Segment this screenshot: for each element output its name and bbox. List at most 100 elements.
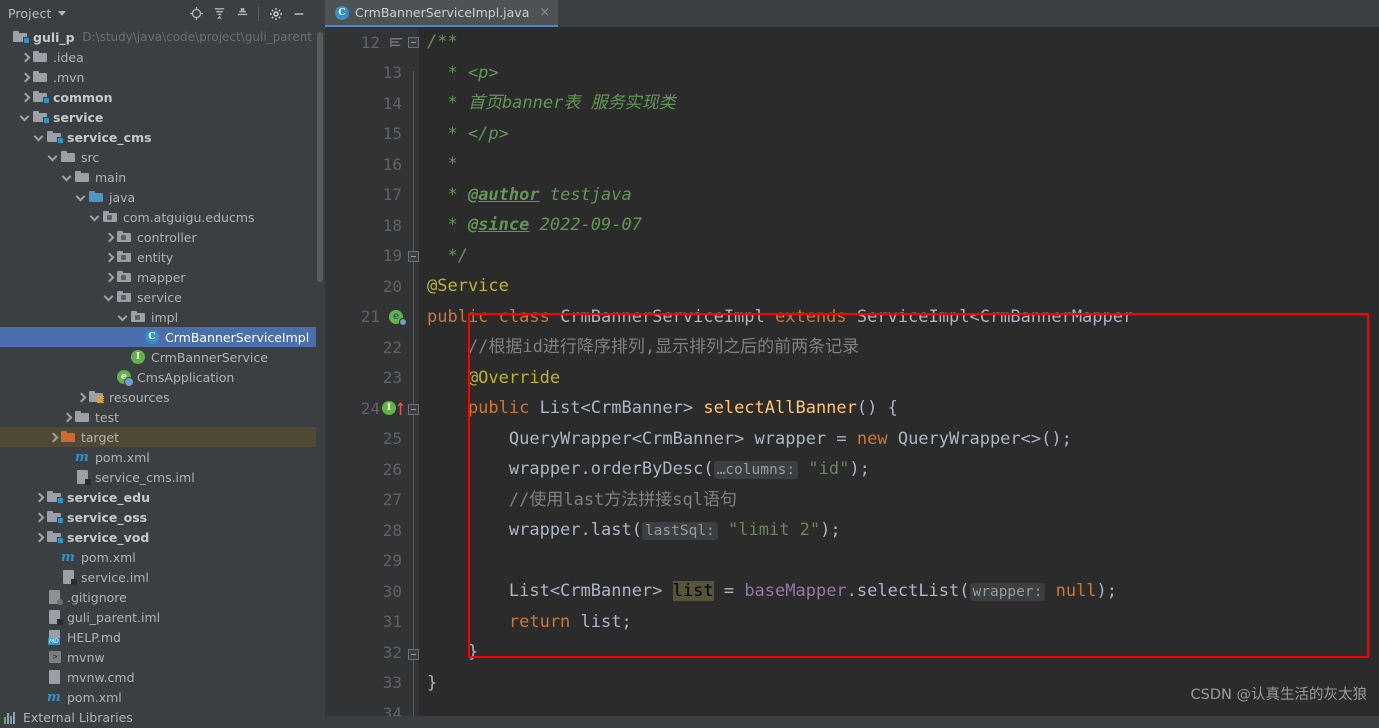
gutter-line-15[interactable]: 15 [325,119,409,150]
tree-toggle-right-icon[interactable] [104,252,115,263]
gutter-line-30[interactable]: 30 [325,576,409,607]
gutter-line-23[interactable]: 23 [325,363,409,394]
tree-item-com-atguigu-educms[interactable]: com.atguigu.educms [0,207,316,227]
gutter-line-16[interactable]: 16 [325,149,409,180]
code-line-26[interactable]: wrapper.orderByDesc(…columns: "id"); [427,454,1379,485]
tree-item-help-md[interactable]: MD HELP.md [0,627,316,647]
gutter-line-24[interactable]: 24 I [325,393,409,424]
gutter-line-29[interactable]: 29 [325,546,409,577]
tree-toggle-right-icon[interactable] [20,52,31,63]
tree-item-service-iml[interactable]: service.iml [0,567,316,587]
tree-toggle-right-icon[interactable] [20,72,31,83]
tree-item-service-cms[interactable]: service_cms [0,127,316,147]
tree-item-controller[interactable]: controller [0,227,316,247]
tree-item--idea[interactable]: .idea [0,47,316,67]
gutter-line-17[interactable]: 17 [325,180,409,211]
gutter-line-31[interactable]: 31 [325,607,409,638]
tree-item-target[interactable]: target [0,427,316,447]
tree-item-mvnw[interactable]: > mvnw [0,647,316,667]
tree-item-service-edu[interactable]: service_edu [0,487,316,507]
minimize-icon[interactable] [288,3,310,25]
close-icon[interactable]: × [539,5,550,20]
code-line-21[interactable]: public class CrmBannerServiceImpl extend… [427,302,1379,333]
code-text[interactable]: /** * <p> * 首页banner表 服务实现类 * </p> * * @… [419,27,1379,728]
project-tree[interactable]: guli_parent D:\study\java\code\project\g… [0,27,316,728]
tree-item-common[interactable]: common [0,87,316,107]
tree-toggle-down-icon[interactable] [90,212,101,223]
gutter-line-32[interactable]: 32 [325,637,409,668]
tree-item-test[interactable]: test [0,407,316,427]
chevron-down-icon[interactable] [58,11,67,16]
tree-toggle-right-icon[interactable] [62,412,73,423]
tree-item-crmbannerservice[interactable]: I CrmBannerService [0,347,316,367]
code-line-25[interactable]: QueryWrapper<CrmBanner> wrapper = new Qu… [427,424,1379,455]
tree-item-cmsapplication[interactable]: e CmsApplication [0,367,316,387]
code-line-18[interactable]: * @since 2022-09-07 [427,210,1379,241]
tree-item-mvnw-cmd[interactable]: mvnw.cmd [0,667,316,687]
gutter-line-27[interactable]: 27 [325,485,409,516]
gutter-line-18[interactable]: 18 [325,210,409,241]
gutter-line-22[interactable]: 22 [325,332,409,363]
code-line-12[interactable]: /** [427,27,1379,58]
fold-marker-javadoc-end[interactable] [408,251,419,262]
tree-toggle-down-icon[interactable] [48,152,59,163]
tree-item-impl[interactable]: impl [0,307,316,327]
tree-toggle-right-icon[interactable] [104,272,115,283]
code-line-31[interactable]: return list; [427,607,1379,638]
code-folding-column[interactable] [408,27,419,728]
tree-toggle-right-icon[interactable] [34,532,45,543]
tree-item-service[interactable]: service [0,107,316,127]
tree-item-resources[interactable]: resources [0,387,316,407]
tab-crmbannerserviceimpl[interactable]: C CrmBannerServiceImpl.java × [325,0,559,27]
code-line-23[interactable]: @Override [427,363,1379,394]
code-line-16[interactable]: * [427,149,1379,180]
tree-toggle-down-icon[interactable] [34,132,45,143]
gutter-line-33[interactable]: 33 [325,668,409,699]
tree-item-service-vod[interactable]: service_vod [0,527,316,547]
external-libraries-node[interactable]: External Libraries [0,707,316,727]
gutter-line-20[interactable]: 20 [325,271,409,302]
code-line-28[interactable]: wrapper.last(lastSql: "limit 2"); [427,515,1379,546]
tree-item--gitignore[interactable]: .gitignore [0,587,316,607]
tree-toggle-down-icon[interactable] [20,112,31,123]
gutter-line-12[interactable]: 12 [325,27,409,58]
tree-item-pom-xml[interactable]: m pom.xml [0,447,316,467]
line-number-gutter[interactable]: 12 13 14 15 16 17 18 19 20 21 e 22 23 24 I 25 26 27 28 29 30… [325,27,409,728]
tree-item-pom-xml[interactable]: m pom.xml [0,547,316,567]
expand-all-icon[interactable] [208,3,230,25]
tree-item-guli-parent-iml[interactable]: guli_parent.iml [0,607,316,627]
collapse-all-icon[interactable] [231,3,253,25]
gutter-line-13[interactable]: 13 [325,58,409,89]
gutter-line-28[interactable]: 28 [325,515,409,546]
settings-gear-icon[interactable] [265,3,287,25]
code-line-17[interactable]: * @author testjava [427,180,1379,211]
gutter-line-25[interactable]: 25 [325,424,409,455]
editor-scrollbar[interactable] [1371,54,1379,716]
tree-toggle-down-icon[interactable] [104,292,115,303]
tree-toggle-right-icon[interactable] [76,392,87,403]
locate-icon[interactable] [185,3,207,25]
fold-marker-method-end[interactable] [408,649,419,660]
tree-root-guli-parent[interactable]: guli_parent D:\study\java\code\project\g… [0,27,316,47]
code-line-19[interactable]: */ [427,241,1379,272]
code-line-22[interactable]: //根据id进行降序排列,显示排列之后的前两条记录 [427,332,1379,363]
tree-item-entity[interactable]: entity [0,247,316,267]
gutter-line-19[interactable]: 19 [325,241,409,272]
tree-toggle-down-icon[interactable] [118,312,129,323]
code-line-27[interactable]: //使用last方法拼接sql语句 [427,485,1379,516]
code-line-13[interactable]: * <p> [427,58,1379,89]
tree-item-main[interactable]: main [0,167,316,187]
tree-item-mapper[interactable]: mapper [0,267,316,287]
code-line-32[interactable]: } [427,637,1379,668]
project-panel-title[interactable]: Project [8,6,51,21]
gutter-line-14[interactable]: 14 [325,88,409,119]
tree-item-service-cms-iml[interactable]: service_cms.iml [0,467,316,487]
tree-item-service[interactable]: service [0,287,316,307]
tree-item-service-oss[interactable]: service_oss [0,507,316,527]
tree-toggle-right-icon[interactable] [20,92,31,103]
code-line-15[interactable]: * </p> [427,119,1379,150]
fold-marker-javadoc-start[interactable] [408,37,419,48]
tree-item-src[interactable]: src [0,147,316,167]
tree-item-crmbannerserviceimpl[interactable]: C CrmBannerServiceImpl [0,327,316,347]
tree-toggle-down-icon[interactable] [62,172,73,183]
